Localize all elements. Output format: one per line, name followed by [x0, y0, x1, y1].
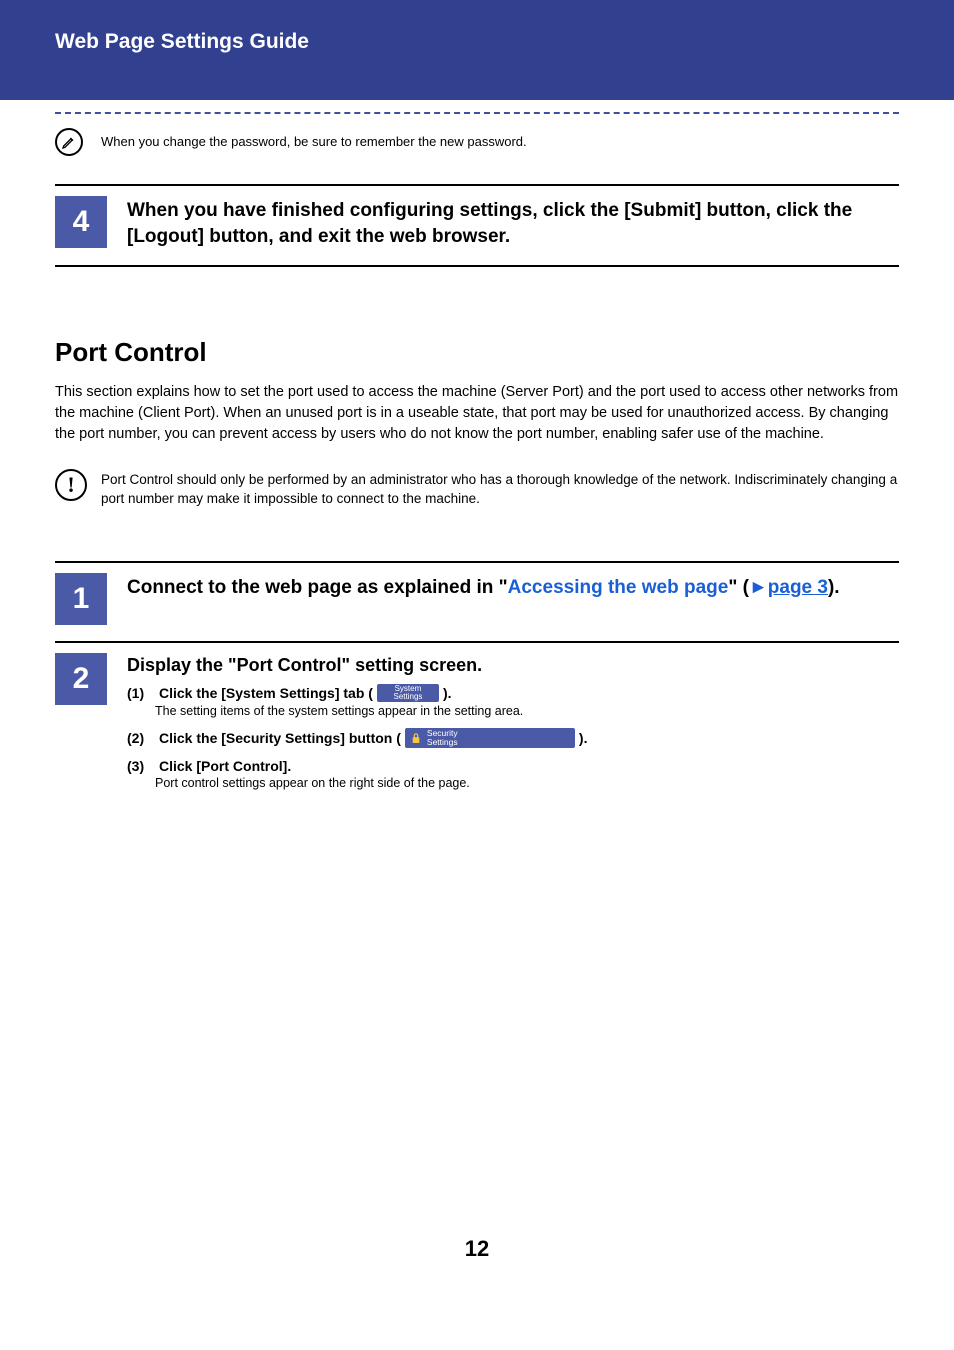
item-2-after: ). — [579, 730, 588, 746]
step-2-heading: Display the "Port Control" setting scree… — [127, 655, 899, 676]
item-2-before: Click the [Security Settings] button ( — [159, 730, 401, 746]
caution-icon: ! — [55, 469, 87, 501]
section-title: Port Control — [55, 337, 899, 368]
pencil-icon — [55, 128, 83, 156]
step-1-body: Connect to the web page as explained in … — [127, 573, 899, 601]
header-band: Web Page Settings Guide — [0, 0, 954, 100]
caution-text: Port Control should only be performed by… — [101, 469, 899, 509]
caution-row: ! Port Control should only be performed … — [55, 465, 899, 529]
item-index: (2) — [127, 730, 155, 746]
dashed-separator — [55, 112, 899, 114]
step-1-prefix: Connect to the web page as explained in … — [127, 577, 508, 598]
item-index: (1) — [127, 685, 155, 701]
step-4-body: When you have finished configuring setti… — [127, 196, 899, 249]
pencil-note-row: When you change the password, be sure to… — [55, 132, 899, 156]
step-4-text: When you have finished configuring setti… — [127, 198, 899, 249]
item-3-text: Click [Port Control]. — [159, 758, 291, 774]
chip-label: SystemSettings — [393, 685, 422, 702]
chip-label: SecuritySettings — [427, 729, 458, 747]
item-1-after: ). — [443, 685, 452, 701]
step-2-row: 2 Display the "Port Control" setting scr… — [55, 643, 899, 816]
step-2-item-3: (3) Click [Port Control]. — [127, 758, 899, 774]
step-4-row: 4 When you have finished configuring set… — [55, 186, 899, 265]
section-paragraph: This section explains how to set the por… — [55, 382, 899, 445]
page-number: 12 — [55, 1236, 899, 1292]
content-area: When you change the password, be sure to… — [0, 112, 954, 1292]
step-1-row: 1 Connect to the web page as explained i… — [55, 563, 899, 641]
step-1-mid: " ( — [728, 577, 749, 598]
step-number-1: 1 — [55, 573, 107, 625]
lock-icon — [411, 732, 421, 744]
system-settings-tab-chip: SystemSettings — [377, 684, 439, 702]
link-page-3[interactable]: page 3 — [768, 577, 828, 598]
step-2-item-1: (1) Click the [System Settings] tab ( Sy… — [127, 684, 899, 702]
step-1-text: Connect to the web page as explained in … — [127, 575, 899, 601]
item-1-note: The setting items of the system settings… — [155, 704, 899, 718]
page-title: Web Page Settings Guide — [55, 30, 954, 54]
link-accessing-web-page[interactable]: Accessing the web page — [508, 577, 729, 598]
arrow-icon: ► — [749, 577, 768, 598]
rule — [55, 265, 899, 267]
item-index: (3) — [127, 758, 155, 774]
item-1-before: Click the [System Settings] tab ( — [159, 685, 373, 701]
step-2-body: Display the "Port Control" setting scree… — [127, 653, 899, 800]
step-number-4: 4 — [55, 196, 107, 248]
step-2-item-2: (2) Click the [Security Settings] button… — [127, 728, 899, 748]
step-number-2: 2 — [55, 653, 107, 705]
step-1-suffix: ). — [828, 577, 840, 598]
security-settings-button-chip: SecuritySettings — [405, 728, 575, 748]
item-3-note: Port control settings appear on the righ… — [155, 776, 899, 790]
pencil-note-text: When you change the password, be sure to… — [101, 132, 527, 149]
